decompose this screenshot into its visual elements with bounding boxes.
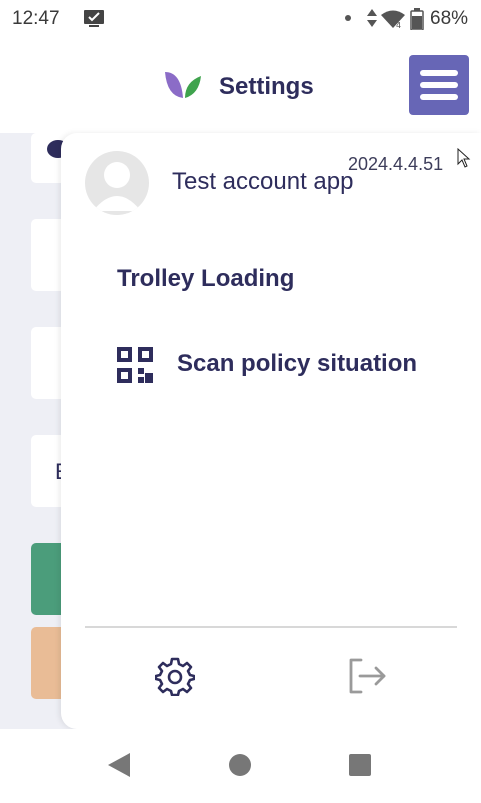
qr-code-icon bbox=[117, 347, 153, 383]
status-bar: 12:47 4 68% bbox=[0, 0, 481, 38]
system-nav-bar bbox=[0, 729, 481, 803]
logout-icon[interactable] bbox=[347, 656, 387, 696]
recents-icon[interactable] bbox=[349, 754, 371, 776]
user-avatar-icon bbox=[93, 162, 141, 211]
battery-percent: 68% bbox=[430, 8, 469, 29]
svg-text:4: 4 bbox=[396, 21, 401, 29]
app-version: 2024.4.4.51 bbox=[348, 154, 444, 174]
avatar bbox=[85, 151, 149, 215]
menu-item-trolley-loading[interactable]: Trolley Loading bbox=[117, 265, 294, 293]
home-icon[interactable] bbox=[229, 754, 251, 776]
menu-item-label: Scan policy situation bbox=[177, 350, 418, 377]
page-title: Settings bbox=[219, 73, 314, 100]
mouse-cursor-icon bbox=[457, 148, 471, 168]
leaf-logo-icon bbox=[165, 72, 201, 98]
gear-icon[interactable] bbox=[155, 656, 195, 696]
battery-icon bbox=[410, 8, 424, 30]
menu-item-label: Trolley Loading bbox=[117, 265, 295, 292]
data-arrows-icon bbox=[367, 9, 377, 27]
app-header: Settings bbox=[0, 38, 481, 133]
navigation-drawer: Test account app 2024.4.4.51 Trolley Loa… bbox=[61, 133, 481, 729]
back-icon[interactable] bbox=[107, 752, 131, 778]
menu-button[interactable] bbox=[409, 55, 469, 115]
status-time: 12:47 bbox=[12, 8, 60, 29]
dot-icon bbox=[345, 15, 351, 21]
menu-item-scan-policy[interactable]: Scan policy situation bbox=[117, 345, 457, 385]
account-name: Test account app bbox=[172, 168, 354, 195]
notification-check-icon bbox=[84, 10, 104, 27]
divider bbox=[85, 626, 457, 628]
screen: 12:47 4 68% Settings Test account app 20… bbox=[0, 0, 481, 803]
wifi-icon: 4 bbox=[381, 10, 405, 29]
